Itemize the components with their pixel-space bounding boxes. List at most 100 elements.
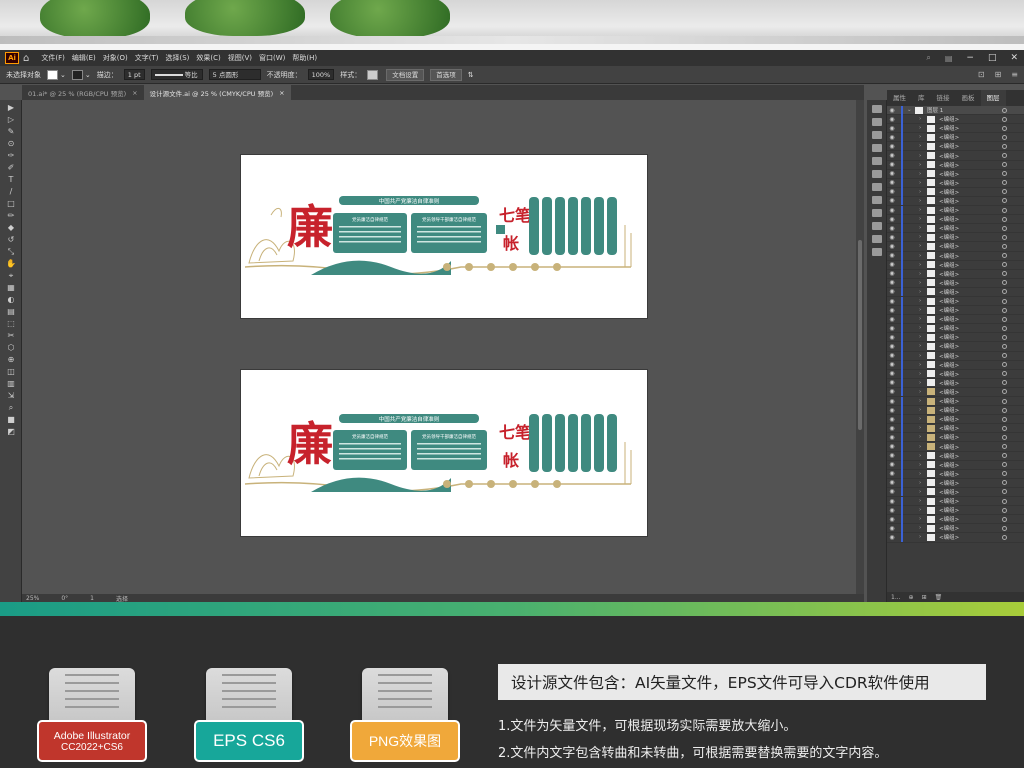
target-icon[interactable] (1002, 462, 1007, 468)
visibility-icon[interactable]: ◉ (887, 343, 897, 350)
draw-mode-icon-icon[interactable]: ◩ (4, 427, 18, 436)
visibility-icon[interactable]: ◉ (887, 370, 897, 377)
layer-row[interactable]: ◉ › <编组> (887, 314, 1024, 325)
visibility-icon[interactable]: ◉ (887, 170, 897, 177)
layer-row[interactable]: ◉ › <编组> (887, 478, 1024, 488)
target-icon[interactable] (1002, 516, 1007, 522)
target-icon[interactable] (1002, 425, 1007, 431)
layer-name[interactable]: <编组> (939, 515, 1002, 523)
layer-row[interactable]: ◉ › <编组> (887, 451, 1024, 461)
target-icon[interactable] (1002, 444, 1007, 450)
visibility-icon[interactable]: ◉ (887, 152, 897, 159)
expand-icon[interactable]: › (919, 134, 927, 140)
expand-icon[interactable]: › (919, 171, 927, 177)
layer-row[interactable]: ◉ › <编组> (887, 423, 1024, 434)
target-icon[interactable] (1002, 480, 1007, 486)
layer-row[interactable]: ◉ › <编组> (887, 123, 1024, 134)
tab-close-icon[interactable]: × (279, 89, 284, 97)
layer-name[interactable]: <编组> (939, 233, 1002, 241)
layer-row[interactable]: ◉ › <编组> (887, 205, 1024, 216)
expand-icon[interactable]: › (919, 316, 927, 322)
expand-icon[interactable]: › (919, 434, 927, 440)
expand-icon[interactable]: › (919, 125, 927, 131)
tab-links[interactable]: 链接 (931, 90, 956, 106)
layer-name[interactable]: <编组> (939, 479, 1002, 487)
expand-icon[interactable]: › (919, 416, 927, 422)
target-icon[interactable] (1002, 289, 1007, 295)
layer-row[interactable]: ◉ › <编组> (887, 387, 1024, 397)
target-icon[interactable] (1002, 262, 1007, 268)
visibility-icon[interactable]: ◉ (887, 261, 897, 268)
visibility-icon[interactable]: ◉ (887, 161, 897, 168)
magic-wand-tool-icon[interactable]: ✎ (4, 127, 18, 136)
expand-icon[interactable]: › (919, 180, 927, 186)
layer-row[interactable]: ◉ › <编组> (887, 196, 1024, 207)
layer-row[interactable]: ◉ › <编组> (887, 405, 1024, 416)
layer-row[interactable]: ◉ › <编组> (887, 469, 1024, 479)
expand-icon[interactable]: › (919, 325, 927, 331)
layer-row[interactable]: ◉ › <编组> (887, 178, 1024, 188)
layer-name[interactable]: <编组> (939, 124, 1002, 132)
visibility-icon[interactable]: ◉ (887, 507, 897, 514)
expand-icon[interactable]: › (919, 425, 927, 431)
layer-row[interactable]: ◉ › <编组> (887, 396, 1024, 407)
expand-icon[interactable]: › (919, 225, 927, 231)
dock-panel-icon[interactable] (872, 170, 882, 178)
layer-row[interactable]: ◉ › <编组> (887, 278, 1024, 288)
layer-row[interactable]: ◉ › <编组> (887, 260, 1024, 270)
layer-name[interactable]: <编组> (939, 252, 1002, 260)
target-icon[interactable] (1002, 380, 1007, 386)
layer-name[interactable]: <编组> (939, 133, 1002, 141)
expand-icon[interactable]: › (919, 198, 927, 204)
layer-row[interactable]: ◉ › <编组> (887, 223, 1024, 234)
opacity-field[interactable]: 100% (307, 69, 335, 80)
visibility-icon[interactable]: ◉ (887, 307, 897, 314)
visibility-icon[interactable]: ◉ (887, 252, 897, 259)
target-icon[interactable] (1002, 389, 1007, 395)
layer-row[interactable]: ◉ › <编组> (887, 442, 1024, 452)
target-icon[interactable] (1002, 253, 1007, 259)
visibility-icon[interactable]: ◉ (887, 407, 897, 414)
layer-row[interactable]: ◉ › <编组> (887, 351, 1024, 361)
pen-tool-icon[interactable]: ✑ (4, 151, 18, 160)
layer-name[interactable]: <编组> (939, 170, 1002, 178)
gradient-tool-icon[interactable]: ⬚ (4, 319, 18, 328)
layer-row-top[interactable]: ◉ ⌄ 图层 1 (887, 105, 1024, 116)
layer-row[interactable]: ◉ › <编组> (887, 169, 1024, 179)
target-icon[interactable] (1002, 498, 1007, 504)
visibility-icon[interactable]: ◉ (887, 498, 897, 505)
expand-icon[interactable]: › (919, 480, 927, 486)
layer-row[interactable]: ◉ › <编组> (887, 523, 1024, 534)
target-icon[interactable] (1002, 162, 1007, 168)
expand-icon[interactable]: › (919, 471, 927, 477)
target-icon[interactable] (1002, 453, 1007, 459)
layer-row[interactable]: ◉ › <编组> (887, 532, 1024, 543)
layer-row[interactable]: ◉ › <编组> (887, 214, 1024, 225)
dock-panel-icon[interactable] (872, 196, 882, 204)
home-icon[interactable]: ⌂ (23, 53, 29, 64)
layer-name[interactable]: <编组> (939, 179, 1002, 187)
target-icon[interactable] (1002, 371, 1007, 377)
target-icon[interactable] (1002, 362, 1007, 368)
layer-name[interactable]: <编组> (939, 443, 1002, 451)
target-icon[interactable] (1002, 107, 1007, 113)
target-icon[interactable] (1002, 489, 1007, 495)
layer-name[interactable]: <编组> (939, 397, 1002, 405)
target-icon[interactable] (1002, 471, 1007, 477)
fill-swatch[interactable]: ⌄ (47, 69, 66, 80)
layer-name[interactable]: <编组> (939, 533, 1002, 541)
menu-edit[interactable]: 编辑(E) (72, 53, 96, 63)
layer-row[interactable]: ◉ › <编组> (887, 460, 1024, 470)
visibility-icon[interactable]: ◉ (887, 288, 897, 295)
new-layer-icon[interactable]: ⊞ (922, 594, 927, 601)
visibility-icon[interactable]: ◉ (887, 197, 897, 204)
layer-name[interactable]: <编组> (939, 297, 1002, 305)
layer-name[interactable]: <编组> (939, 152, 1002, 160)
layer-name[interactable]: <编组> (939, 279, 1002, 287)
expand-icon[interactable]: › (919, 534, 927, 540)
target-icon[interactable] (1002, 234, 1007, 240)
expand-icon[interactable]: › (919, 489, 927, 495)
target-icon[interactable] (1002, 225, 1007, 231)
visibility-icon[interactable]: ◉ (887, 107, 897, 114)
layer-row[interactable]: ◉ › <编组> (887, 323, 1024, 334)
